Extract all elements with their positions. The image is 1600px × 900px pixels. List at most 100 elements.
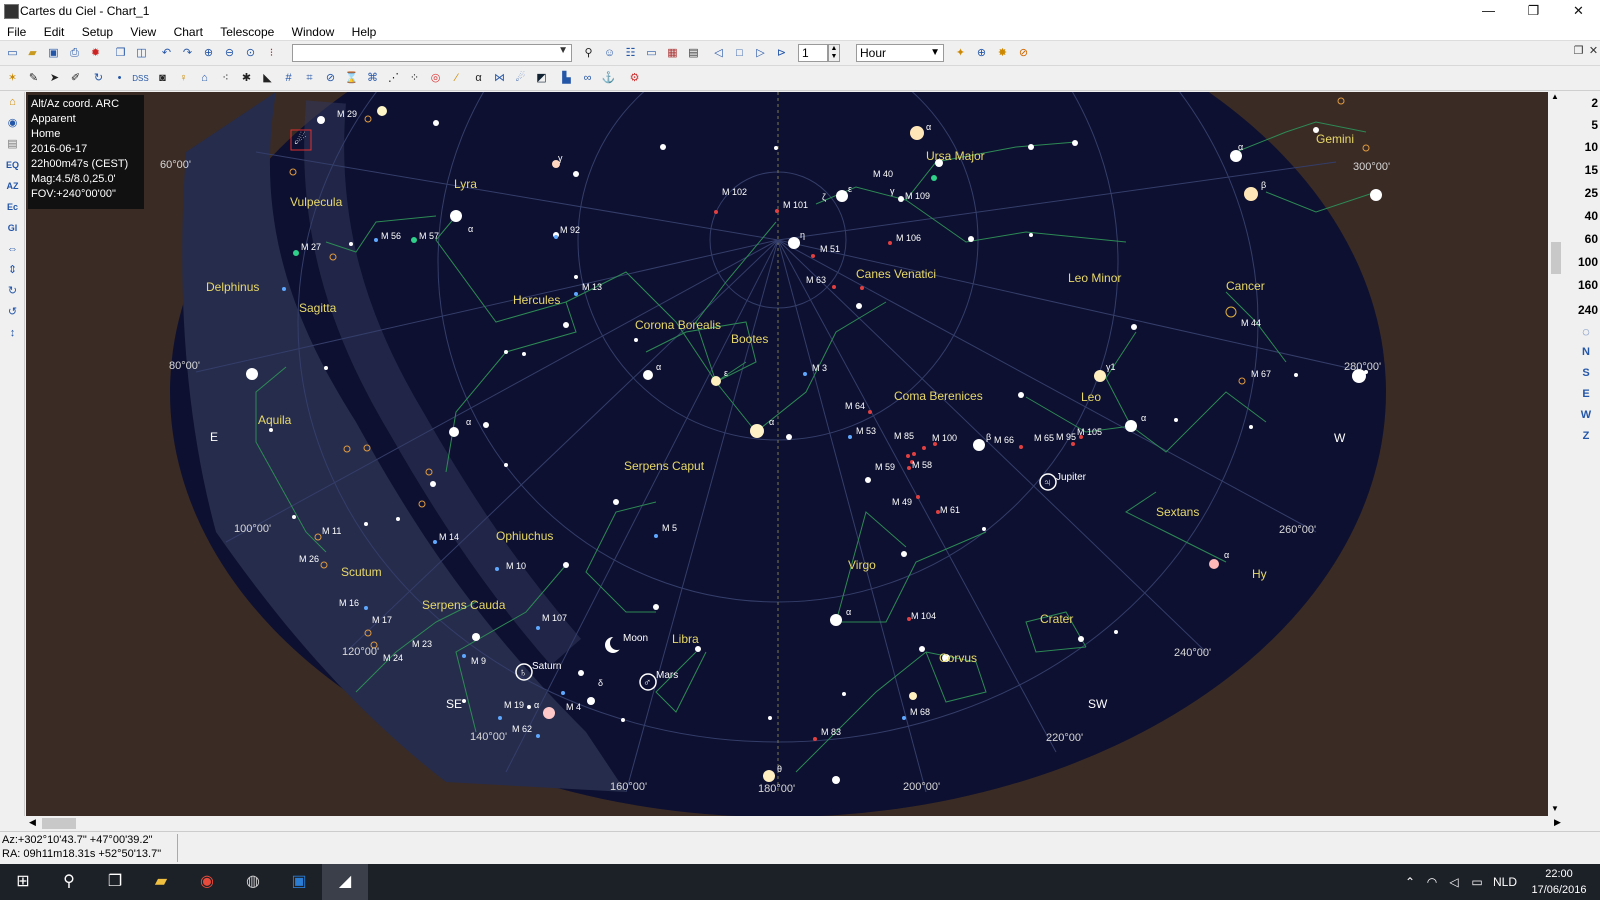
label-icon[interactable]: ⌂ [196,70,213,87]
menu-setup[interactable]: Setup [75,23,120,41]
object-search-select[interactable]: ▼ [292,44,572,62]
ec-button[interactable]: Ec [4,199,21,216]
redo-icon[interactable]: ↷ [179,45,196,62]
close-chart-icon[interactable]: ✕ [1585,43,1600,60]
pointer-icon[interactable]: ➤ [46,70,63,87]
fov-60-button[interactable]: 60 [1570,232,1598,246]
flip-h-icon[interactable]: ⇔ [4,241,21,258]
open-icon[interactable]: ▰ [24,45,41,62]
brush-icon[interactable]: ◣ [259,70,276,87]
fov-40-button[interactable]: 40 [1570,209,1598,223]
vertical-scrollbar[interactable]: ▲ ▼ [1548,92,1564,816]
target-icon[interactable]: ⊕ [973,45,990,62]
print-icon[interactable]: ⎙ [66,45,83,62]
sky-map-svg[interactable]: ♃ ♄ ♂ ☄ Vulpecula Lyra Delphinus Sagitta… [26,92,1548,816]
pin-icon[interactable]: ✐ [67,70,84,87]
new-chart-icon[interactable]: ▭ [4,45,21,62]
milkyway-icon[interactable]: ⋰ [385,70,402,87]
fov-160-button[interactable]: 160 [1570,278,1598,292]
ruler-icon[interactable]: ⁄ [448,70,465,87]
search-person-icon[interactable]: ☺ [601,45,618,62]
taskbar-clock[interactable]: 22:00 17/06/2016 [1520,866,1598,898]
zoom-in-icon[interactable]: ⊕ [200,45,217,62]
compass-icon[interactable]: ⊘ [322,70,339,87]
chrome-icon[interactable]: ◉ [184,864,230,900]
sky-chart[interactable]: ♃ ♄ ♂ ☄ Vulpecula Lyra Delphinus Sagitta… [26,92,1548,816]
menu-telescope[interactable]: Telescope [213,23,281,41]
east-button[interactable]: E [1578,388,1594,400]
app-globe-icon[interactable]: ◍ [230,864,276,900]
vertical-scroll-thumb[interactable] [1551,242,1561,274]
asterism-icon[interactable]: ⁘ [406,70,423,87]
restore-button[interactable]: ❐ [1511,0,1556,23]
start-button[interactable]: ⊞ [0,864,46,900]
link-icon[interactable]: ∞ [579,70,596,87]
menu-help[interactable]: Help [345,23,384,41]
rotate-left-icon[interactable]: ↺ [4,304,21,321]
fast-forward-icon[interactable]: ⊳ [773,45,790,62]
boundary-icon[interactable]: ⌘ [364,70,381,87]
outlook-icon[interactable]: ▣ [276,864,322,900]
fov-5-button[interactable]: 5 [1570,118,1598,132]
stop-icon[interactable]: □ [731,45,748,62]
list-icon[interactable]: ☷ [622,45,639,62]
menu-window[interactable]: Window [285,23,342,41]
dss-icon[interactable]: DSS [132,70,149,87]
menu-edit[interactable]: Edit [37,23,72,41]
tray-chevron-icon[interactable]: ⌃ [1400,864,1420,900]
binoculars-icon[interactable]: ⚲ [580,45,597,62]
fov-240-button[interactable]: 240 [1570,303,1598,317]
settings-icon[interactable]: ⚙ [626,70,643,87]
menu-file[interactable]: File [0,23,33,41]
sync-icon[interactable]: ✸ [994,45,1011,62]
copy-icon[interactable]: ❐ [112,45,129,62]
gl-button[interactable]: Gl [4,220,21,237]
dot-icon[interactable]: • [111,70,128,87]
fov-100-button[interactable]: 100 [1570,255,1598,269]
comet-icon[interactable]: ☄ [512,70,529,87]
west-button[interactable]: W [1578,409,1594,421]
close-button[interactable]: ✕ [1556,0,1600,23]
bulb-icon[interactable]: ♀ [175,70,192,87]
cartes-du-ciel-taskbar-icon[interactable]: ◢ [322,864,368,900]
time-step-input[interactable]: 1 [798,44,828,62]
globe-icon[interactable]: ◉ [4,115,21,132]
rotate-right-icon[interactable]: ↻ [4,283,21,300]
grid-eq-icon[interactable]: ⌗ [301,70,318,87]
save-icon[interactable]: ▣ [45,45,62,62]
zoom-fit-icon[interactable]: ⊙ [242,45,259,62]
horizon-icon[interactable]: ▙ [558,70,575,87]
eq-button[interactable]: EQ [4,157,21,174]
refresh-icon[interactable]: ↻ [90,70,107,87]
south-button[interactable]: S [1578,367,1594,379]
constellation-icon[interactable]: ⁖ [217,70,234,87]
minimize-button[interactable]: — [1466,0,1511,23]
hourglass-icon[interactable]: ⌛ [343,70,360,87]
scroll-up-icon[interactable]: ▲ [1551,92,1559,101]
scroll-left-icon[interactable]: ◀ [29,817,36,828]
horizontal-scroll-thumb[interactable] [42,818,76,829]
menu-view[interactable]: View [123,23,163,41]
abort-icon[interactable]: ⊘ [1015,45,1032,62]
flip-v-icon[interactable]: ⇕ [4,262,21,279]
screen-icon[interactable]: ▭ [643,45,660,62]
volume-icon[interactable]: ◁ [1444,864,1464,900]
undo-icon[interactable]: ↶ [158,45,175,62]
task-view-icon[interactable]: ❐ [92,864,138,900]
anchor-icon[interactable]: ⚓ [600,70,617,87]
telescope-icon[interactable]: ✦ [952,45,969,62]
fov-10-button[interactable]: 10 [1570,140,1598,154]
calendar-icon[interactable]: ▦ [664,45,681,62]
grid-icon[interactable]: # [280,70,297,87]
circle-icon[interactable]: ◎ [427,70,444,87]
menu-chart[interactable]: Chart [167,23,210,41]
north-button[interactable]: N [1578,346,1594,358]
line-icon[interactable]: ⋈ [491,70,508,87]
whole-sky-icon[interactable]: ◌ [1578,324,1594,339]
marker-icon[interactable]: ⁝ [263,45,280,62]
location-icon[interactable]: ⌂ [4,94,21,111]
wifi-icon[interactable]: ◠ [1422,864,1442,900]
alpha-icon[interactable]: α [470,70,487,87]
time-step-spinner[interactable]: ▲ ▼ [828,44,840,62]
fov-2-button[interactable]: 2 [1570,96,1598,110]
